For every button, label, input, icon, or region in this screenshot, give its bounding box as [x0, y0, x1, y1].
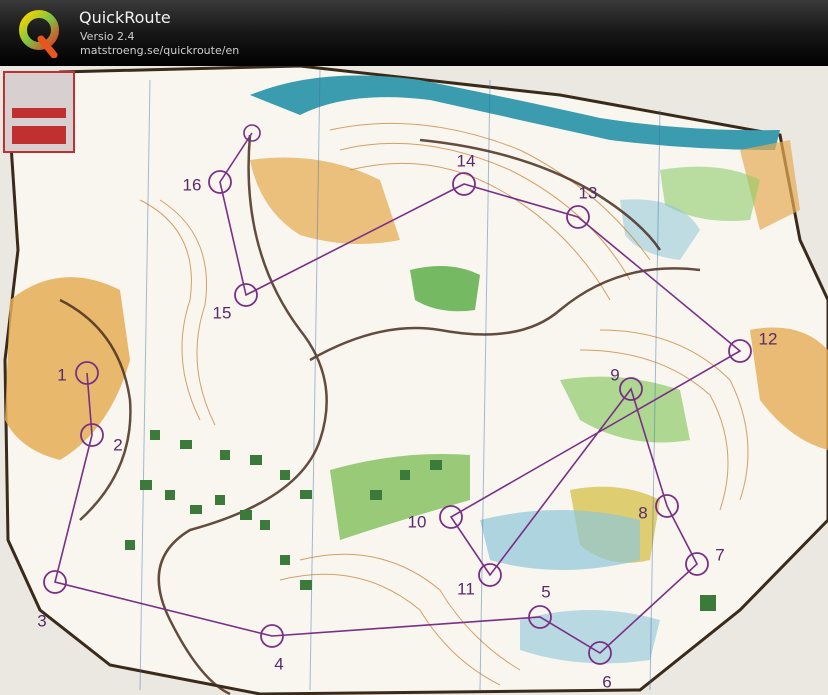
- control-label-5: 5: [541, 582, 550, 601]
- control-label-3: 3: [37, 611, 46, 630]
- app-title: QuickRoute: [79, 8, 171, 27]
- title-bar: QuickRoute Versio 2.4 matstroeng.se/quic…: [0, 0, 828, 66]
- orienteering-map[interactable]: 12345678910111213141516: [0, 66, 828, 695]
- control-label-6: 6: [602, 672, 611, 691]
- app-version: Versio 2.4: [80, 30, 135, 43]
- control-label-4: 4: [274, 654, 283, 673]
- control-label-8: 8: [638, 503, 647, 522]
- control-label-12: 12: [759, 329, 778, 348]
- control-label-15: 15: [213, 303, 232, 322]
- control-label-11: 11: [457, 579, 475, 598]
- control-label-16: 16: [183, 175, 202, 194]
- control-label-13: 13: [579, 183, 598, 202]
- control-label-2: 2: [113, 435, 122, 454]
- quickroute-logo-icon: [19, 10, 59, 58]
- control-label-7: 7: [715, 545, 724, 564]
- map-view[interactable]: 1 2 3 4 5 6 7 8 9 10 11 12 13 14 15 16: [0, 66, 828, 695]
- control-label-10: 10: [408, 512, 427, 531]
- control-label-1: 1: [57, 365, 66, 384]
- control-label-14: 14: [457, 151, 476, 170]
- control-label-9: 9: [610, 365, 619, 384]
- marsh-1: [480, 510, 640, 570]
- event-logo-stamp: [3, 71, 75, 153]
- app-url[interactable]: matstroeng.se/quickroute/en: [80, 44, 239, 57]
